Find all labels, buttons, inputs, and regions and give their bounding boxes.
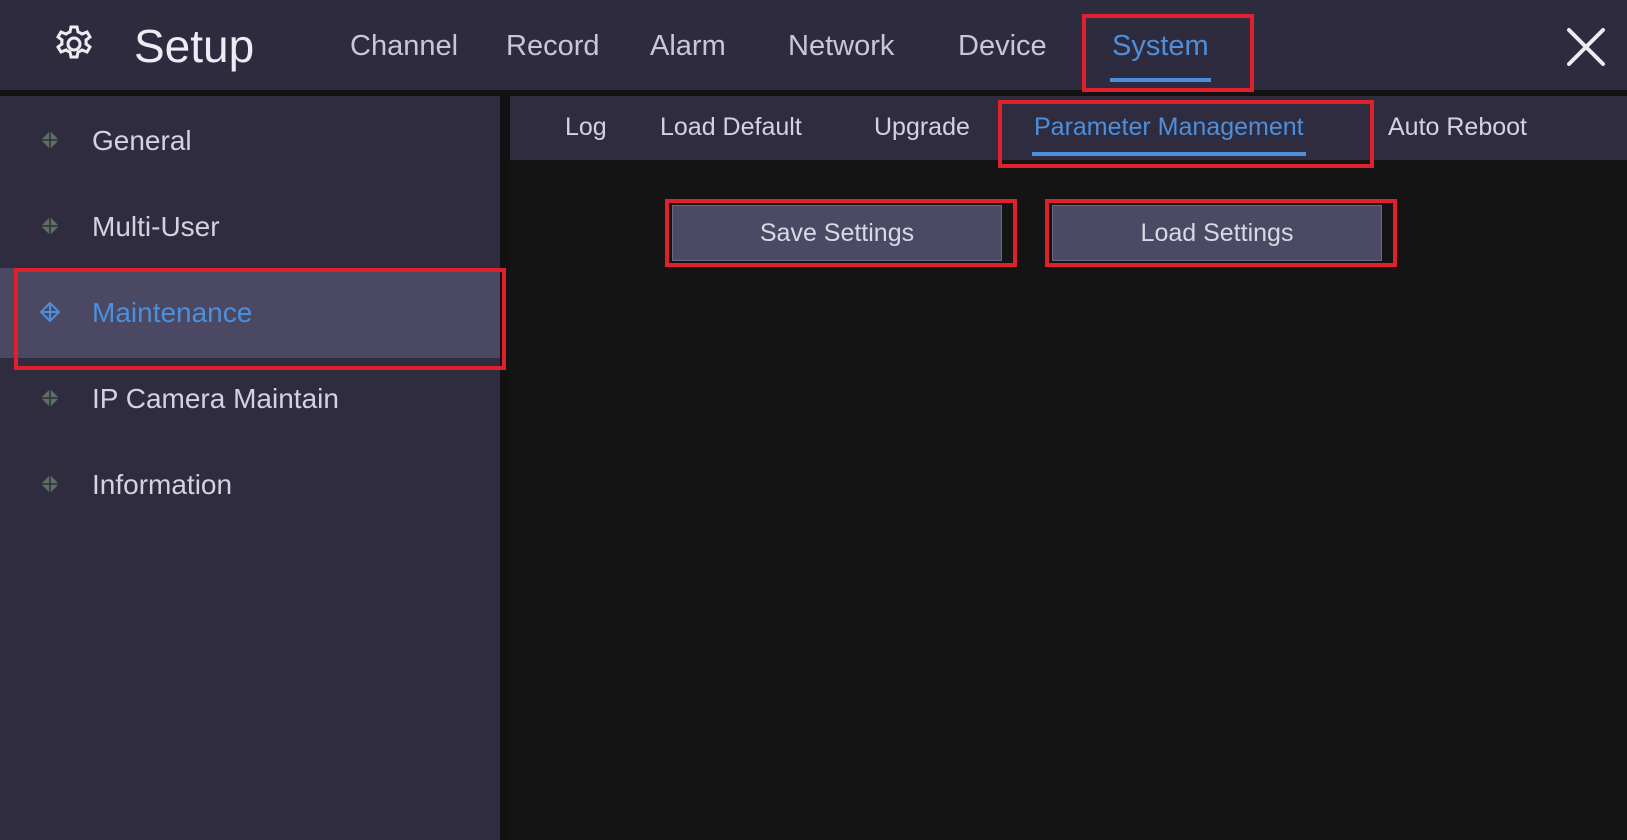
tab-system[interactable]: System: [1110, 28, 1211, 82]
sidebar-item-multi-user[interactable]: Multi-User: [0, 182, 500, 272]
tab-alarm[interactable]: Alarm: [650, 28, 726, 64]
close-icon[interactable]: [1563, 24, 1609, 70]
load-settings-button[interactable]: Load Settings: [1052, 205, 1382, 261]
diamond-marker-icon: [41, 217, 59, 235]
page-title: Setup: [134, 20, 255, 72]
sidebar-item-maintenance[interactable]: Maintenance: [0, 268, 500, 358]
sidebar: General Multi-User Maintenance IP Camera…: [0, 96, 500, 840]
diamond-marker-icon: [41, 131, 59, 149]
subtab-upgrade[interactable]: Upgrade: [874, 112, 970, 142]
save-settings-button[interactable]: Save Settings: [672, 205, 1002, 261]
tab-channel[interactable]: Channel: [350, 28, 458, 64]
tab-record[interactable]: Record: [506, 28, 600, 64]
subtab-parameter-management[interactable]: Parameter Management: [1032, 112, 1306, 156]
sidebar-item-general[interactable]: General: [0, 96, 500, 186]
tab-network[interactable]: Network: [788, 28, 894, 64]
subtab-parameter-management-label: Parameter Management: [1034, 113, 1304, 141]
sidebar-item-ip-camera-maintain[interactable]: IP Camera Maintain: [0, 354, 500, 444]
diamond-marker-icon: [41, 475, 59, 493]
sidebar-item-label: Information: [92, 469, 233, 500]
sidebar-item-label: Multi-User: [92, 211, 220, 242]
tab-system-label: System: [1112, 30, 1209, 62]
sidebar-item-information[interactable]: Information: [0, 440, 500, 530]
tab-device[interactable]: Device: [958, 28, 1047, 64]
active-tab-underline: [1110, 78, 1211, 82]
subtab-load-default[interactable]: Load Default: [660, 112, 802, 142]
sidebar-item-label: General: [92, 125, 192, 156]
diamond-marker-icon: [41, 389, 59, 407]
top-header: Setup Channel Record Alarm Network Devic…: [0, 0, 1627, 96]
content-panel: [510, 160, 1627, 840]
subtab-auto-reboot[interactable]: Auto Reboot: [1388, 112, 1527, 142]
subtab-bar: Log Load Default Upgrade Parameter Manag…: [510, 96, 1627, 160]
subtab-log[interactable]: Log: [565, 112, 607, 142]
diamond-marker-icon: [40, 302, 60, 322]
gear-icon: [56, 25, 92, 59]
sidebar-item-label: Maintenance: [92, 297, 253, 328]
sidebar-item-label: IP Camera Maintain: [92, 383, 339, 414]
active-subtab-underline: [1032, 152, 1306, 156]
